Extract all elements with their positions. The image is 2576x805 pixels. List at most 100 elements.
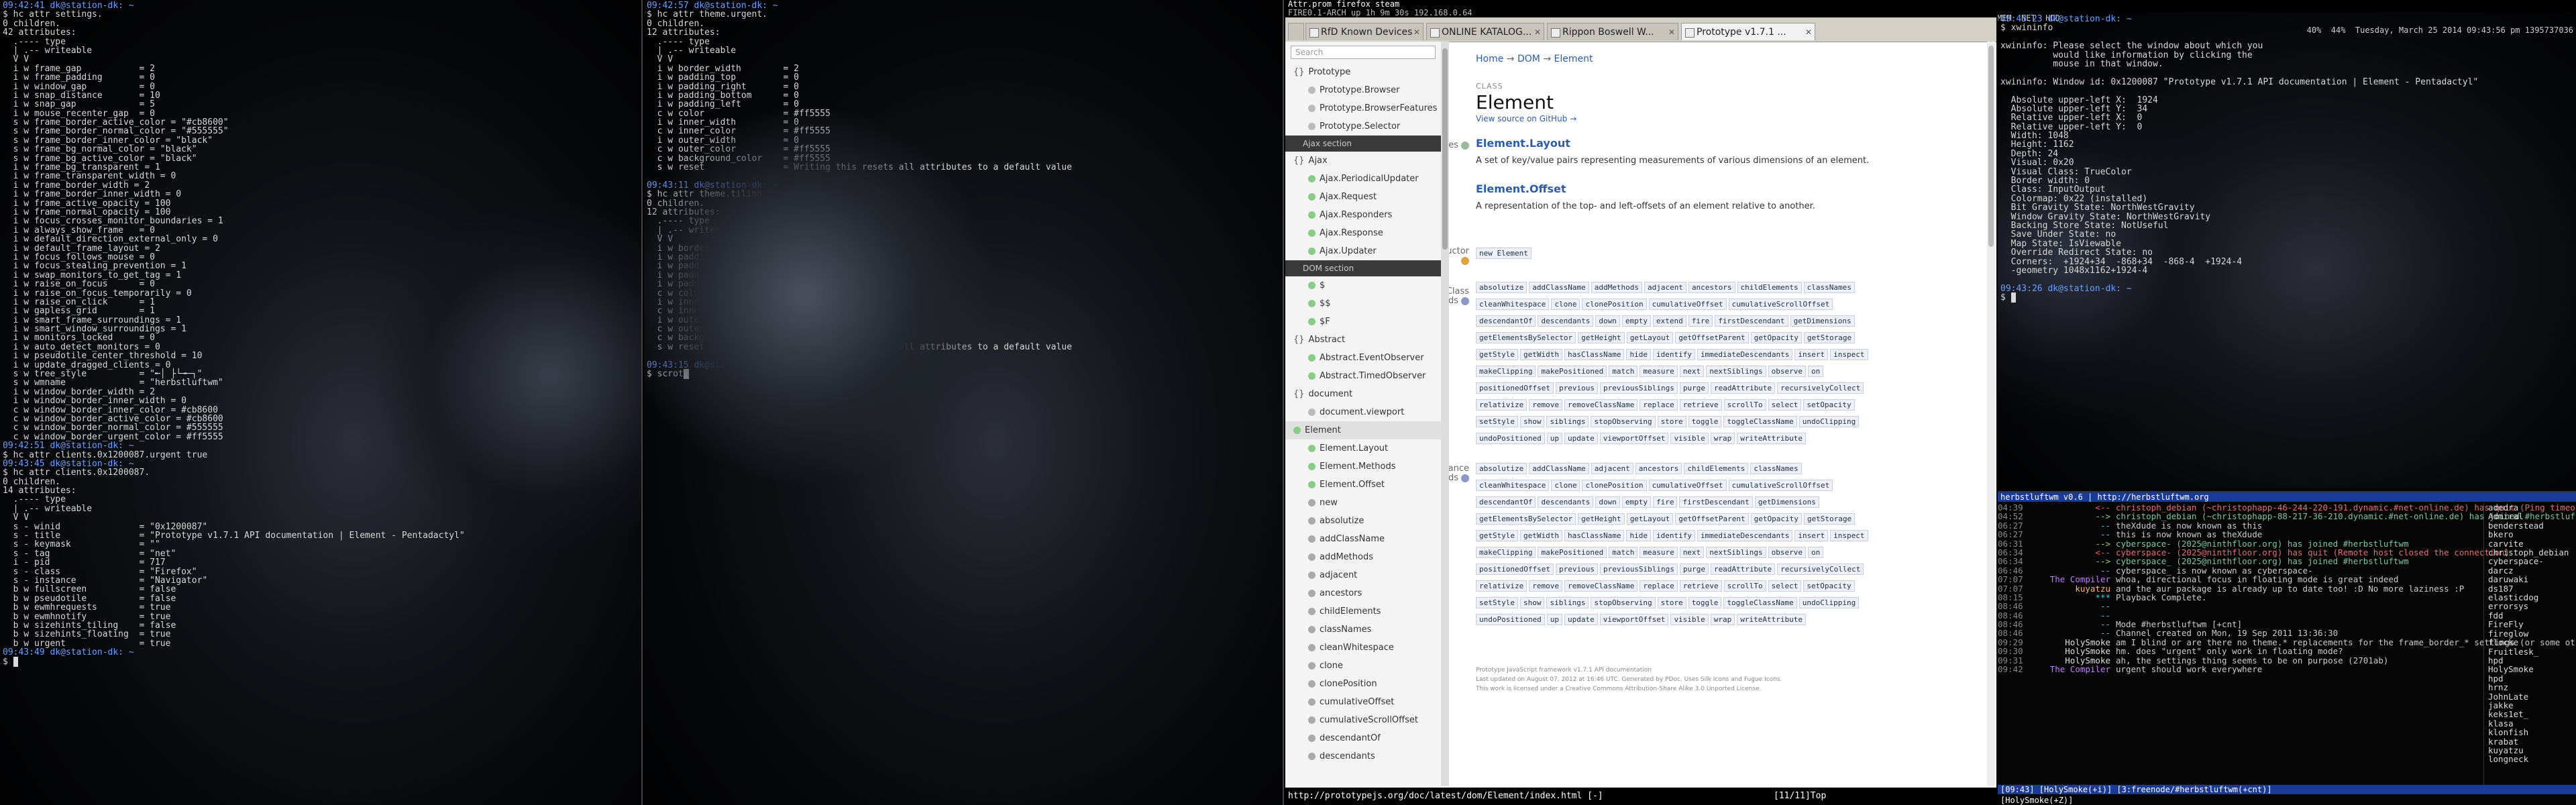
irc-nick[interactable]: --> bbox=[2030, 512, 2110, 521]
method-link[interactable]: scrollTo bbox=[1723, 399, 1766, 411]
method-link[interactable]: getStorage bbox=[1803, 513, 1856, 525]
close-icon[interactable]: ✕ bbox=[1534, 23, 1541, 40]
irc-nick[interactable]: --> bbox=[2030, 557, 2110, 566]
irc-nick-entry[interactable]: JohnLate bbox=[2488, 692, 2576, 701]
close-icon[interactable]: ✕ bbox=[1668, 23, 1675, 40]
method-link[interactable]: getOffsetParent bbox=[1675, 513, 1749, 525]
method-link[interactable]: ancestors bbox=[1688, 282, 1735, 293]
method-link[interactable]: descendants bbox=[1538, 496, 1594, 508]
irc-nick-entry[interactable]: carvite bbox=[2488, 539, 2576, 548]
method-link[interactable]: toggle bbox=[1688, 416, 1722, 427]
method-link[interactable]: getStyle bbox=[1476, 349, 1518, 360]
irc-nick-entry[interactable]: krabat bbox=[2488, 737, 2576, 746]
tab-3[interactable]: Prototype v1.7.1 ... ✕ bbox=[1681, 23, 1815, 40]
method-link[interactable]: replace bbox=[1640, 580, 1678, 592]
sidebar-item[interactable]: classNames bbox=[1285, 621, 1441, 639]
status-url[interactable]: http://prototypejs.org/doc/latest/dom/El… bbox=[1288, 791, 1603, 801]
sidebar-item[interactable]: clone bbox=[1285, 657, 1441, 675]
method-link[interactable]: inspect bbox=[1830, 530, 1868, 541]
method-link[interactable]: previous bbox=[1555, 564, 1598, 575]
sidebar-item[interactable]: cumulativeScrollOffset bbox=[1285, 711, 1441, 729]
irc-client[interactable]: herbstluftwm v0.6 | http://herbstluftwm.… bbox=[1998, 491, 2576, 805]
breadcrumb-element-link[interactable]: Element bbox=[1554, 54, 1593, 64]
method-link[interactable]: removeClassName bbox=[1564, 399, 1638, 411]
breadcrumb-home-link[interactable]: Home bbox=[1476, 54, 1503, 64]
sidebar-item[interactable]: descendants bbox=[1285, 747, 1441, 765]
method-link[interactable]: descendantOf bbox=[1476, 496, 1536, 508]
method-link[interactable]: up bbox=[1546, 433, 1562, 444]
method-link[interactable]: childElements bbox=[1684, 463, 1749, 474]
method-link[interactable]: wrap bbox=[1710, 614, 1735, 625]
irc-nick-entry[interactable]: Fruitlesk_ bbox=[2488, 647, 2576, 656]
sidebar-item[interactable]: {} document bbox=[1285, 385, 1441, 403]
method-link[interactable]: absolutize bbox=[1476, 282, 1527, 293]
method-link[interactable]: clonePosition bbox=[1582, 480, 1647, 491]
method-link[interactable]: undoPositioned bbox=[1476, 433, 1545, 444]
method-link[interactable]: cumulativeOffset bbox=[1648, 299, 1727, 310]
irc-nick-entry[interactable]: errorsys bbox=[2488, 602, 2576, 611]
method-link[interactable]: makePositioned bbox=[1538, 366, 1607, 377]
method-link[interactable]: show bbox=[1519, 416, 1545, 427]
sidebar-item[interactable]: descendantOf bbox=[1285, 729, 1441, 747]
view-source-link[interactable]: View source on GitHub → bbox=[1476, 114, 1576, 123]
irc-nick-entry[interactable]: elasticdog bbox=[2488, 593, 2576, 602]
method-link[interactable]: toggle bbox=[1688, 597, 1722, 608]
sidebar-item[interactable]: childElements bbox=[1285, 602, 1441, 621]
method-link[interactable]: getElementsBySelector bbox=[1476, 513, 1576, 525]
method-link[interactable]: viewportOffset bbox=[1599, 614, 1669, 625]
constructor-link[interactable]: new Element bbox=[1476, 248, 1532, 259]
method-link[interactable]: immediateDescendants bbox=[1697, 349, 1793, 360]
method-link[interactable]: stopObserving bbox=[1591, 416, 1656, 427]
sidebar-item[interactable]: cleanWhitespace bbox=[1285, 639, 1441, 657]
method-link[interactable]: measure bbox=[1640, 547, 1678, 558]
tab-2[interactable]: Rippon Boswell W... ✕ bbox=[1547, 23, 1678, 40]
scrollbar-thumb[interactable] bbox=[1442, 48, 1448, 250]
search-input[interactable]: Search bbox=[1291, 46, 1436, 59]
sidebar-item[interactable]: Prototype.BrowserFeatures bbox=[1285, 99, 1441, 117]
irc-nick-entry[interactable]: flocke bbox=[2488, 638, 2576, 647]
irc-nick[interactable]: <-- bbox=[2030, 548, 2110, 557]
method-link[interactable]: wrap bbox=[1710, 433, 1735, 444]
tab-0[interactable]: RfD Known Devices ✕ bbox=[1305, 23, 1424, 40]
method-link[interactable]: up bbox=[1546, 614, 1562, 625]
irc-nick[interactable]: HolySmoke bbox=[2030, 655, 2110, 665]
method-link[interactable]: down bbox=[1595, 315, 1620, 327]
method-link[interactable]: positionedOffset bbox=[1476, 564, 1554, 575]
method-link[interactable]: makeClipping bbox=[1476, 366, 1536, 377]
irc-nick-entry[interactable]: darcz bbox=[2488, 566, 2576, 575]
method-link[interactable]: addClassName bbox=[1529, 282, 1589, 293]
method-link[interactable]: addClassName bbox=[1529, 463, 1589, 474]
browser-window[interactable]: Attr.prom firefox steam FIRE0.1-ARCH up … bbox=[1285, 0, 1996, 805]
method-link[interactable]: scrollTo bbox=[1723, 580, 1766, 592]
method-link[interactable]: getDimensions bbox=[1790, 315, 1855, 327]
method-link[interactable]: getOpacity bbox=[1750, 332, 1802, 343]
sidebar-item[interactable]: Prototype.Browser bbox=[1285, 81, 1441, 99]
method-link[interactable]: setStyle bbox=[1476, 416, 1518, 427]
method-link[interactable]: siblings bbox=[1546, 416, 1589, 427]
method-link[interactable]: descendants bbox=[1538, 315, 1594, 327]
method-link[interactable]: getDimensions bbox=[1754, 496, 1819, 508]
irc-nick-entry[interactable]: longneck bbox=[2488, 755, 2576, 764]
method-link[interactable]: addMethods bbox=[1591, 282, 1642, 293]
method-link[interactable]: show bbox=[1519, 597, 1545, 608]
sidebar-item[interactable]: Abstract.EventObserver bbox=[1285, 349, 1441, 367]
method-link[interactable]: readAttribute bbox=[1711, 564, 1776, 575]
method-link[interactable]: fire bbox=[1688, 315, 1713, 327]
method-link[interactable]: down bbox=[1595, 496, 1620, 508]
method-link[interactable]: setOpacity bbox=[1803, 580, 1855, 592]
method-link[interactable]: getHeight bbox=[1578, 332, 1625, 343]
irc-nick[interactable]: HolySmoke bbox=[2030, 647, 2110, 656]
method-link[interactable]: classNames bbox=[1750, 463, 1802, 474]
method-link[interactable]: positionedOffset bbox=[1476, 382, 1554, 394]
method-link[interactable]: setOpacity bbox=[1803, 399, 1855, 411]
method-link[interactable]: retrieve bbox=[1679, 580, 1722, 592]
sidebar-item[interactable]: $ bbox=[1285, 276, 1441, 294]
method-link[interactable]: getLayout bbox=[1626, 513, 1674, 525]
irc-nick-entry[interactable]: benderstead bbox=[2488, 521, 2576, 530]
irc-nick-entry[interactable]: HolySmoke bbox=[2488, 665, 2576, 674]
method-link[interactable]: visible bbox=[1670, 614, 1709, 625]
method-link[interactable]: observe bbox=[1768, 366, 1807, 377]
method-link[interactable]: getWidth bbox=[1519, 530, 1562, 541]
method-link[interactable]: cumulativeOffset bbox=[1648, 480, 1727, 491]
irc-nick-entry[interactable]: christoph_debian bbox=[2488, 548, 2576, 557]
